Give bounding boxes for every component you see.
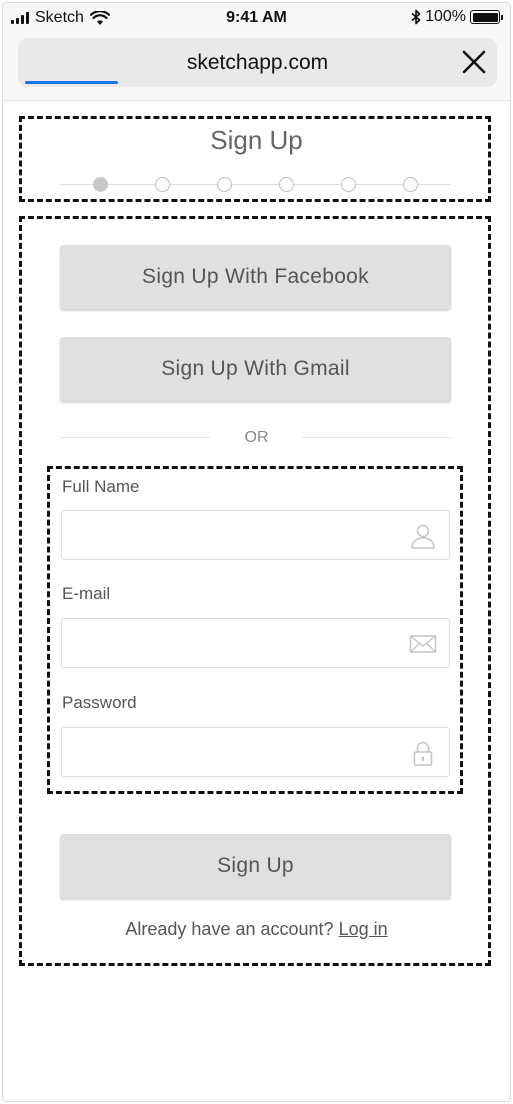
battery-percent: 100% (425, 8, 466, 25)
status-right: 100% (411, 8, 503, 26)
step-dot (403, 177, 418, 192)
step-dot (279, 177, 294, 192)
login-link[interactable]: Log in (339, 919, 388, 939)
password-label: Password (62, 693, 137, 712)
login-prompt-text: Already have an account? (125, 919, 334, 939)
step-dot (217, 177, 232, 192)
lock-icon (413, 741, 433, 766)
browser-bar: sketchapp.com (3, 33, 510, 101)
step-dot (155, 177, 170, 192)
user-icon (411, 524, 435, 549)
full-name-field[interactable] (61, 510, 450, 560)
step-dot (93, 177, 108, 192)
password-field[interactable] (61, 727, 450, 777)
step-indicator-line (60, 184, 450, 185)
full-name-input[interactable] (62, 511, 449, 559)
url-text[interactable]: sketchapp.com (18, 51, 497, 75)
address-bar[interactable]: sketchapp.com (18, 38, 497, 87)
close-icon[interactable] (461, 49, 487, 75)
full-name-label: Full Name (62, 477, 140, 496)
loading-progress-bar (25, 81, 118, 84)
page-title: Sign Up (210, 125, 303, 155)
email-label: E-mail (62, 584, 111, 603)
gmail-signup-button[interactable]: Sign Up With Gmail (60, 337, 451, 401)
email-field[interactable] (61, 618, 450, 668)
login-prompt: Already have an account? Log in (0, 919, 513, 940)
password-input[interactable] (62, 728, 449, 776)
sign-up-button[interactable]: Sign Up (60, 834, 451, 898)
status-bar: Sketch 9:41 AM 100% (3, 3, 510, 33)
bluetooth-icon (411, 9, 421, 25)
facebook-signup-button[interactable]: Sign Up With Facebook (60, 245, 451, 309)
envelope-icon (409, 635, 437, 653)
divider-label: OR (244, 429, 269, 446)
step-dot (341, 177, 356, 192)
email-input[interactable] (62, 619, 449, 667)
battery-icon (470, 10, 503, 24)
